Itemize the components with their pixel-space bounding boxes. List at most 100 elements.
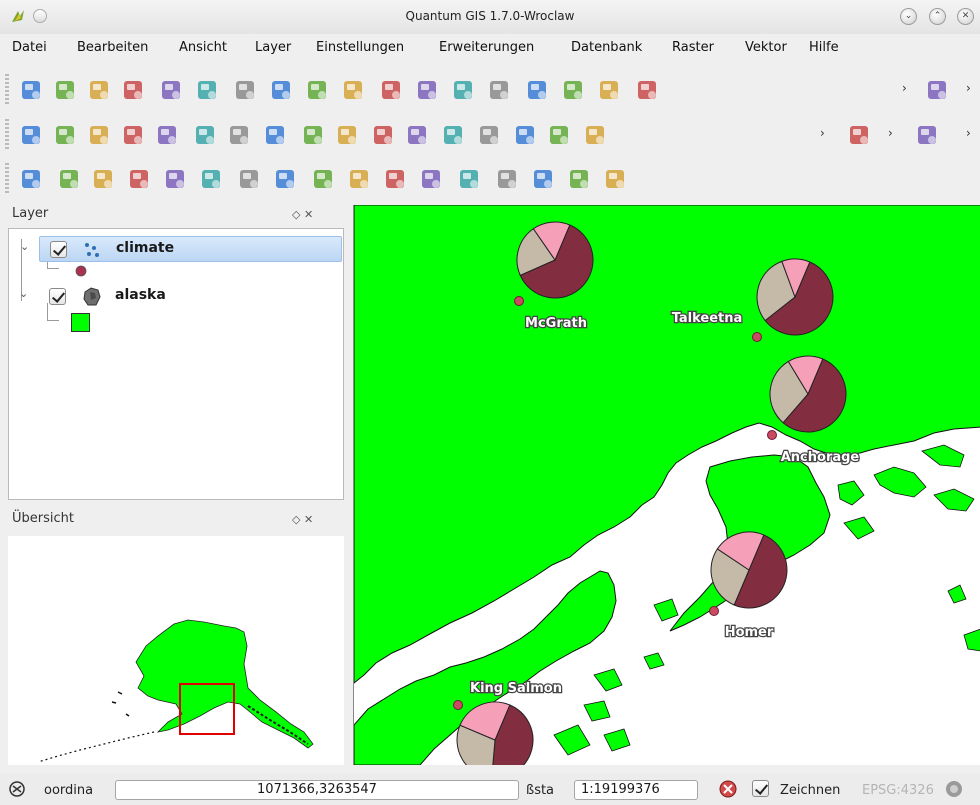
undo-icon[interactable]	[300, 122, 326, 148]
station-point[interactable]	[752, 332, 762, 342]
coordinate-capture-icon[interactable]	[8, 780, 26, 798]
node-tool-icon[interactable]	[120, 122, 146, 148]
cut-icon[interactable]	[192, 122, 218, 148]
menu-datei[interactable]: Datei	[12, 40, 47, 55]
edit-pencil-icon[interactable]	[18, 122, 44, 148]
print-composer-icon[interactable]	[158, 77, 184, 103]
delete-selected-icon[interactable]	[154, 122, 180, 148]
redo-icon[interactable]	[334, 122, 360, 148]
overview-panel-controls[interactable]: ◇ ✕	[292, 513, 313, 526]
map-tips-icon[interactable]	[382, 166, 408, 192]
collapse-arrow-icon[interactable]: ⌄	[19, 287, 28, 300]
measure-area-icon[interactable]	[456, 166, 482, 192]
save-edits-icon[interactable]	[52, 122, 78, 148]
maximize-button[interactable]: ⌃	[929, 8, 946, 25]
render-checkbox[interactable]	[752, 780, 769, 797]
add-ring-icon[interactable]	[404, 122, 430, 148]
station-point[interactable]	[767, 430, 777, 440]
attribute-table-icon[interactable]	[634, 77, 660, 103]
menu-ansicht[interactable]: Ansicht	[179, 40, 227, 55]
toolbar-handle[interactable]	[5, 119, 9, 151]
coordinates-field[interactable]: 1071366,3263547	[115, 780, 519, 800]
histogram-icon[interactable]	[494, 166, 520, 192]
collapse-arrow-icon[interactable]: ⌄	[20, 240, 29, 253]
layer-visibility-checkbox[interactable]	[49, 288, 66, 305]
select-icon[interactable]	[560, 77, 586, 103]
paste-icon[interactable]	[262, 122, 288, 148]
zoom-selection-icon[interactable]	[162, 166, 188, 192]
toolbar-overflow-icon[interactable]: ›	[820, 126, 825, 140]
toolbar-overflow-icon[interactable]: ›	[966, 81, 971, 95]
pie-chart-king-salmon[interactable]: King Salmon	[453, 680, 563, 765]
toolbar-handle[interactable]	[5, 163, 9, 195]
plugin-icon[interactable]	[924, 77, 950, 103]
station-point[interactable]	[453, 700, 463, 710]
menu-erweiterungen[interactable]: Erweiterungen	[439, 40, 534, 55]
layer-visibility-checkbox[interactable]	[50, 241, 67, 258]
station-point[interactable]	[709, 606, 719, 616]
delete-part-icon[interactable]	[512, 122, 538, 148]
crs-label[interactable]: EPSG:4326	[862, 783, 934, 798]
toolbar-handle[interactable]	[5, 74, 9, 106]
add-part-icon[interactable]	[440, 122, 466, 148]
delete-ring-icon[interactable]	[476, 122, 502, 148]
zoom-layer-icon[interactable]	[198, 166, 224, 192]
simplify-icon[interactable]	[370, 122, 396, 148]
split-icon[interactable]	[582, 122, 608, 148]
pie-chart-homer[interactable]: Homer	[709, 531, 788, 641]
new-project-icon[interactable]	[18, 77, 44, 103]
menu-layer[interactable]: Layer	[255, 40, 291, 55]
overview-map[interactable]	[8, 536, 344, 765]
zoom-last-icon[interactable]	[272, 166, 298, 192]
stop-render-icon[interactable]	[718, 779, 738, 799]
toolbar-overflow-icon[interactable]: ›	[888, 126, 893, 140]
zoom-actual-icon[interactable]	[236, 166, 262, 192]
open-project-icon[interactable]	[52, 77, 78, 103]
identify-icon[interactable]	[524, 77, 550, 103]
layers-panel-controls[interactable]: ◇ ✕	[292, 208, 313, 221]
label-icon[interactable]	[846, 122, 872, 148]
map-canvas[interactable]: McGrath Talkeetna Anchorage Homer King Salmo…	[353, 205, 980, 765]
measure-icon[interactable]	[418, 166, 444, 192]
menu-hilfe[interactable]: Hilfe	[809, 40, 839, 55]
add-postgis-layer-icon[interactable]	[304, 77, 330, 103]
add-wfs-layer-icon[interactable]	[486, 77, 512, 103]
menu-raster[interactable]: Raster	[672, 40, 714, 55]
remove-layer-icon[interactable]	[450, 77, 476, 103]
refresh-icon[interactable]	[346, 166, 372, 192]
toolbar-overflow-icon[interactable]: ›	[902, 81, 907, 95]
menu-bearbeiten[interactable]: Bearbeiten	[77, 40, 148, 55]
zoom-full-icon[interactable]	[126, 166, 152, 192]
add-vector-layer-icon[interactable]	[232, 77, 258, 103]
close-button[interactable]: ✕	[957, 8, 974, 25]
projection-icon[interactable]	[944, 779, 964, 799]
copy-icon[interactable]	[226, 122, 252, 148]
add-raster-layer-icon[interactable]	[268, 77, 294, 103]
scale-field[interactable]: 1:19199376	[574, 780, 698, 800]
zoom-in-icon[interactable]	[56, 166, 82, 192]
pan-icon[interactable]	[18, 166, 44, 192]
add-wms-layer-icon[interactable]	[378, 77, 404, 103]
reshape-icon[interactable]	[546, 122, 572, 148]
minimize-button[interactable]: ⌄	[900, 8, 917, 25]
toolbar-overflow-icon[interactable]: ›	[966, 126, 971, 140]
annotation-icon[interactable]	[602, 166, 628, 192]
zoom-out-icon[interactable]	[90, 166, 116, 192]
new-layer-icon[interactable]	[414, 77, 440, 103]
station-point[interactable]	[514, 296, 524, 306]
menu-einstellungen[interactable]: Einstellungen	[316, 40, 404, 55]
menu-datenbank[interactable]: Datenbank	[571, 40, 642, 55]
layer-item-alaska[interactable]: ⌄ alaska	[19, 284, 342, 310]
menu-vektor[interactable]: Vektor	[745, 40, 787, 55]
move-feature-icon[interactable]	[86, 122, 112, 148]
save-project-icon[interactable]	[86, 77, 112, 103]
save-as-icon[interactable]	[120, 77, 146, 103]
zoom-next-icon[interactable]	[310, 166, 336, 192]
print-icon[interactable]	[194, 77, 220, 103]
layer-item-climate[interactable]: ⌄ climate	[20, 236, 342, 262]
capture-icon[interactable]	[914, 122, 940, 148]
deselect-icon[interactable]	[596, 77, 622, 103]
show-bookmarks-icon[interactable]	[566, 166, 592, 192]
add-spatialite-layer-icon[interactable]	[340, 77, 366, 103]
new-bookmark-icon[interactable]	[530, 166, 556, 192]
